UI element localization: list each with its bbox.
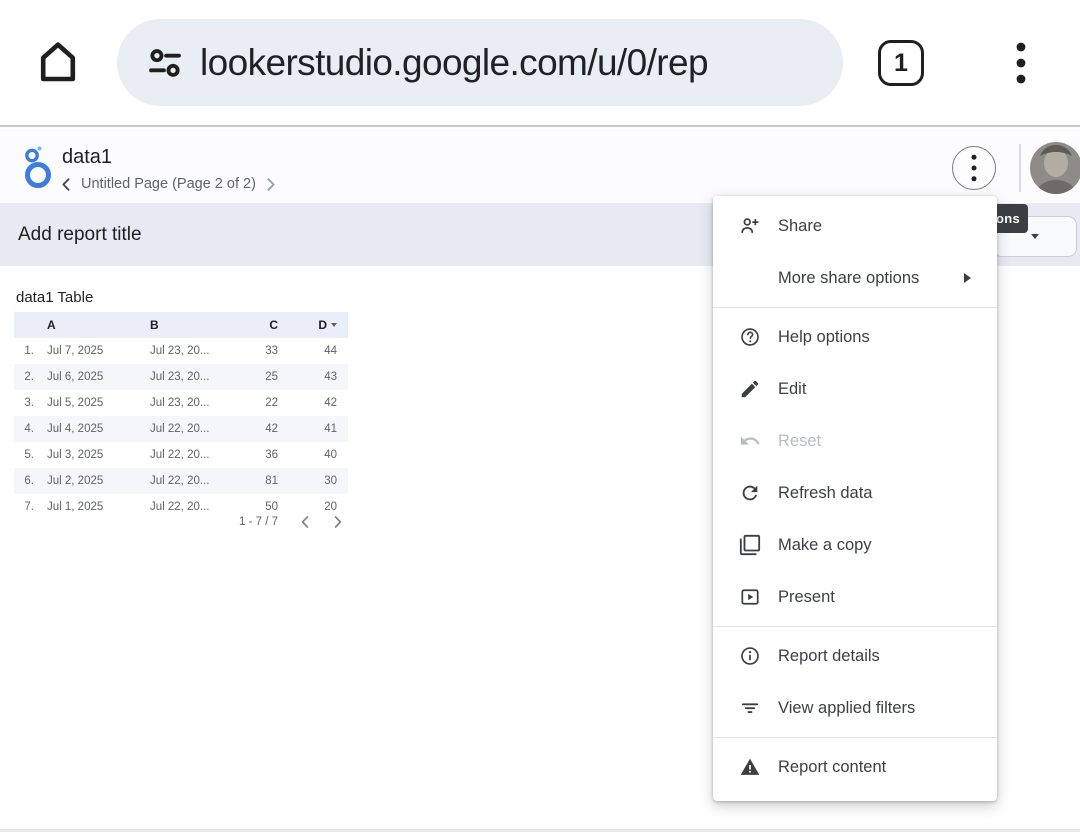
pencil-icon [739,378,761,400]
pagination-range: 1 - 7 / 7 [239,516,278,528]
kebab-icon [971,154,977,182]
menu-divider [713,626,997,627]
menu-item-view-applied-filters[interactable]: View applied filters [713,682,997,734]
avatar-photo [1030,142,1080,194]
report-title: data1 [62,146,112,169]
table-row: 5. Jul 3, 2025 Jul 22, 20... 36 40 [14,442,348,468]
home-button[interactable] [34,38,82,86]
table-row: 2. Jul 6, 2025 Jul 23, 20... 25 43 [14,364,348,390]
table-row: 6. Jul 2, 2025 Jul 22, 20... 81 30 [14,468,348,494]
menu-divider [713,737,997,738]
menu-item-report-details[interactable]: Report details [713,630,997,682]
submenu-arrow-icon [964,273,971,283]
menu-item-edit[interactable]: Edit [713,363,997,415]
refresh-icon [739,482,761,504]
sort-desc-icon [331,323,337,327]
table-row: 1. Jul 7, 2025 Jul 23, 20... 33 44 [14,338,348,364]
column-header-a[interactable]: A [40,318,144,332]
more-options-button[interactable] [952,146,996,190]
person-add-icon [739,215,761,237]
pagination-next-button[interactable] [332,515,344,529]
menu-divider [713,307,997,308]
looker-studio-logo-icon [20,144,58,192]
chevron-right-icon [332,515,344,529]
pagination-prev-button[interactable] [299,515,311,529]
column-header-c[interactable]: C [254,318,290,332]
data-table: A B C D 1. Jul 7, 2025 Jul 23, 20... 33 … [14,312,348,520]
url-text[interactable]: lookerstudio.google.com/u/0/rep [200,42,708,84]
filter-icon [739,697,761,719]
copy-icon [739,534,761,556]
report-header: data1 Untitled Page (Page 2 of 2) [0,129,1080,203]
browser-menu-icon[interactable] [1006,38,1036,88]
column-header-d[interactable]: D [290,318,348,332]
menu-item-more-share-options[interactable]: More share options [713,252,997,304]
tab-count: 1 [894,49,908,78]
table-title: data1 Table [16,289,93,306]
header-divider [1019,144,1021,192]
menu-item-reset[interactable]: Reset [713,415,997,467]
more-options-menu: Share More share options Help options Ed… [713,196,997,801]
undo-icon [739,430,761,452]
url-bar[interactable]: lookerstudio.google.com/u/0/rep [117,19,843,106]
info-icon [739,645,761,667]
home-icon [34,38,82,86]
avatar[interactable] [1030,142,1080,194]
help-icon [739,326,761,348]
page-breadcrumb-label[interactable]: Untitled Page (Page 2 of 2) [81,176,256,192]
chevron-left-icon[interactable] [60,177,72,192]
page-navigation: Untitled Page (Page 2 of 2) [60,176,277,192]
report-title-placeholder[interactable]: Add report title [18,203,142,266]
column-header-b[interactable]: B [144,318,254,332]
table-row: 3. Jul 5, 2025 Jul 23, 20... 22 42 [14,390,348,416]
table-pagination: 1 - 7 / 7 [14,510,348,534]
site-settings-icon[interactable] [143,41,187,85]
warning-icon [739,756,761,778]
tab-switcher-button[interactable]: 1 [878,40,924,86]
chevron-right-icon[interactable] [265,177,277,192]
empty-icon-slot [739,267,761,289]
menu-item-share[interactable]: Share [713,200,997,252]
screen: lookerstudio.google.com/u/0/rep 1 data1 … [0,0,1080,832]
table-header-row: A B C D [14,312,348,338]
menu-item-make-a-copy[interactable]: Make a copy [713,519,997,571]
menu-item-present[interactable]: Present [713,571,997,623]
chevron-left-icon [299,515,311,529]
caret-down-icon [1031,234,1039,239]
menu-item-help-options[interactable]: Help options [713,311,997,363]
browser-toolbar: lookerstudio.google.com/u/0/rep 1 [0,0,1080,127]
menu-item-report-content[interactable]: Report content [713,741,997,793]
menu-item-refresh-data[interactable]: Refresh data [713,467,997,519]
table-row: 4. Jul 4, 2025 Jul 22, 20... 42 41 [14,416,348,442]
present-icon [739,586,761,608]
